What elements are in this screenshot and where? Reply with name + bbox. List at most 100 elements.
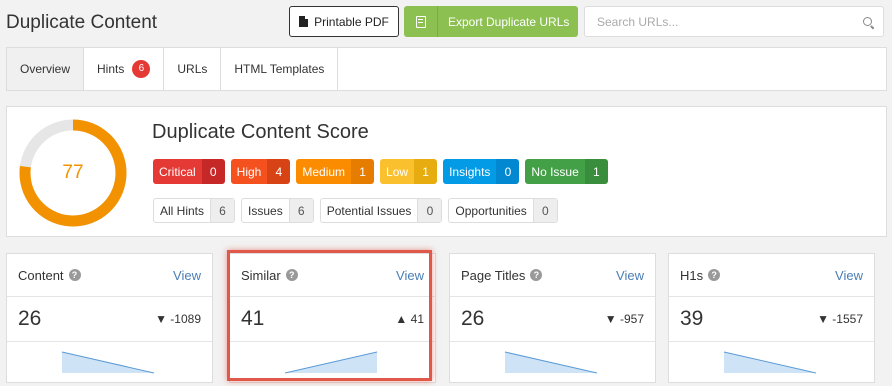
card-value: 41 <box>241 307 265 330</box>
card-value: 26 <box>18 307 42 330</box>
hint-type-count: 6 <box>288 199 313 222</box>
severity-count: 1 <box>584 159 608 184</box>
sparkline <box>61 351 155 374</box>
card-value: 39 <box>680 307 704 330</box>
severity-no-issue[interactable]: No Issue 1 <box>525 159 608 184</box>
severity-low[interactable]: Low 1 <box>380 159 438 184</box>
card-title-wrap: Content? <box>18 268 81 283</box>
help-icon[interactable]: ? <box>285 269 298 281</box>
severity-medium[interactable]: Medium 1 <box>296 159 375 184</box>
severity-count: 0 <box>496 159 520 184</box>
card-body: 41 ▲ 41 <box>230 297 435 342</box>
hint-potential-issues[interactable]: Potential Issues 0 <box>319 198 443 223</box>
help-icon[interactable]: ? <box>530 269 543 281</box>
delta-value: -957 <box>619 312 644 326</box>
printable-pdf-button[interactable]: Printable PDF <box>289 6 399 37</box>
card-title-wrap: Similar? <box>241 268 298 283</box>
delta-value: 41 <box>410 312 424 326</box>
delta-arrow-icon: ▼ <box>155 312 167 326</box>
card-body: 26 ▼ -957 <box>450 297 655 342</box>
severity-label: High <box>230 159 268 184</box>
severity-row: Critical 0 High 4 Medium 1 Low 1 Insights 0 N… <box>153 159 608 184</box>
tab-html-templates[interactable]: HTML Templates <box>221 48 339 90</box>
severity-insights[interactable]: Insights 0 <box>443 159 520 184</box>
card-body: 26 ▼ -1089 <box>7 297 212 342</box>
hint-type-label: Issues <box>248 203 283 218</box>
view-link[interactable]: View <box>173 268 201 283</box>
card-h1s: H1s? View 39 ▼ -1557 <box>668 253 875 383</box>
sparkline <box>723 351 817 374</box>
hint-type-count: 6 <box>210 199 235 222</box>
severity-label: Insights <box>443 159 497 184</box>
export-file-icon <box>415 15 426 28</box>
severity-count: 1 <box>414 159 438 184</box>
search-box <box>584 6 884 37</box>
tab-urls-label: URLs <box>177 62 208 76</box>
card-header: Similar? View <box>230 254 435 297</box>
severity-label: Low <box>380 159 415 184</box>
hint-type-label: Potential Issues <box>326 203 412 218</box>
card-header: Page Titles? View <box>450 254 655 297</box>
severity-label: Medium <box>296 159 352 184</box>
hint-type-row: All Hints 6 Issues 6 Potential Issues 0 Opp… <box>153 198 558 223</box>
card-title: Page Titles <box>461 267 526 283</box>
card-title-wrap: H1s? <box>680 268 721 283</box>
page-title: Duplicate Content <box>6 12 158 33</box>
view-link[interactable]: View <box>616 268 644 283</box>
severity-critical[interactable]: Critical 0 <box>153 159 225 184</box>
card-delta: ▼ -957 <box>605 312 644 326</box>
tab-overview-label: Overview <box>20 62 71 76</box>
delta-arrow-icon: ▼ <box>817 312 829 326</box>
card-header: H1s? View <box>669 254 874 297</box>
view-link[interactable]: View <box>396 268 424 283</box>
severity-label: Critical <box>153 159 202 184</box>
hint-all-hints[interactable]: All Hints 6 <box>153 198 236 223</box>
tab-bar: Overview Hints 6 URLs HTML Templates <box>6 47 887 91</box>
view-link[interactable]: View <box>835 268 863 283</box>
hints-count-badge: 6 <box>132 60 151 78</box>
severity-count: 4 <box>267 159 291 184</box>
sparkline <box>504 351 598 374</box>
hint-issues[interactable]: Issues 6 <box>241 198 314 223</box>
card-body: 39 ▼ -1557 <box>669 297 874 342</box>
score-value: 77 <box>62 162 84 183</box>
tab-hints-label: Hints <box>97 62 125 76</box>
card-title-wrap: Page Titles? <box>461 267 543 283</box>
document-icon <box>299 16 309 27</box>
card-title: Similar <box>241 267 281 283</box>
hint-opportunities[interactable]: Opportunities 0 <box>448 198 558 223</box>
delta-arrow-icon: ▲ <box>395 312 408 326</box>
card-content: Content? View 26 ▼ -1089 <box>6 253 213 383</box>
export-duplicate-urls-button[interactable]: Export Duplicate URLs <box>404 6 578 37</box>
hint-type-count: 0 <box>532 199 557 222</box>
severity-high[interactable]: High 4 <box>230 159 291 184</box>
delta-value: -1557 <box>832 312 863 326</box>
delta-value: -1089 <box>170 312 201 326</box>
card-value: 26 <box>461 307 485 330</box>
export-icon-wrap <box>404 6 438 37</box>
tab-hints[interactable]: Hints 6 <box>84 48 165 90</box>
card-title: Content <box>18 267 64 283</box>
card-delta: ▼ -1557 <box>817 312 863 326</box>
hint-type-count: 0 <box>417 199 442 222</box>
card-header: Content? View <box>7 254 212 297</box>
help-icon[interactable]: ? <box>708 269 721 281</box>
search-icon[interactable] <box>863 17 872 26</box>
export-label: Export Duplicate URLs <box>448 14 570 29</box>
tab-html-templates-label: HTML Templates <box>234 62 325 76</box>
score-panel: 77 Duplicate Content Score Critical 0 Hig… <box>6 106 887 237</box>
severity-label: No Issue <box>525 159 585 184</box>
tab-urls[interactable]: URLs <box>164 48 222 90</box>
tab-overview[interactable]: Overview <box>7 48 85 90</box>
help-icon[interactable]: ? <box>68 269 81 281</box>
printable-pdf-label: Printable PDF <box>314 14 389 29</box>
card-page-titles: Page Titles? View 26 ▼ -957 <box>449 253 656 383</box>
card-similar: Similar? View 41 ▲ 41 <box>229 253 436 383</box>
hint-type-label: Opportunities <box>455 203 527 218</box>
delta-arrow-icon: ▼ <box>604 312 617 326</box>
hint-type-label: All Hints <box>160 203 205 218</box>
search-input[interactable] <box>585 7 855 36</box>
severity-count: 1 <box>351 159 375 184</box>
severity-count: 0 <box>201 159 225 184</box>
score-title: Duplicate Content Score <box>152 121 369 143</box>
